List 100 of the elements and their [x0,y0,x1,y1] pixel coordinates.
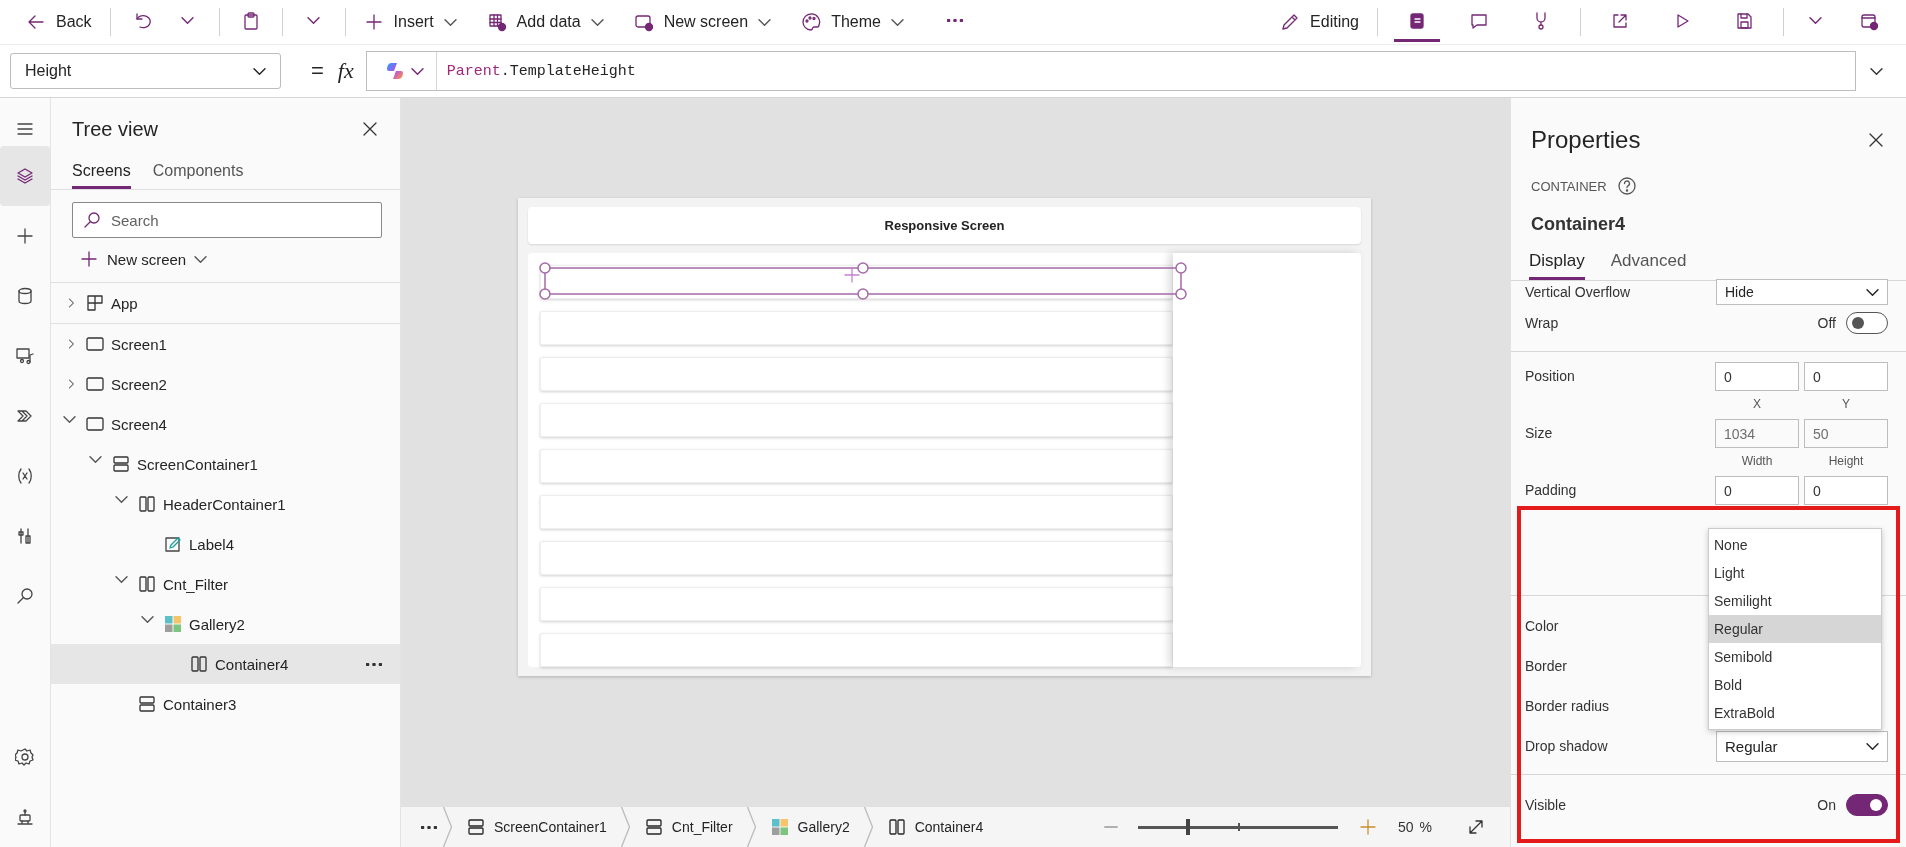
palette-icon [801,12,822,32]
columns-container-icon [189,654,209,674]
tree-item[interactable]: App [51,283,400,323]
dropdown-option[interactable]: Regular [1709,615,1881,643]
expand-icon [1466,817,1486,837]
tree-item[interactable]: HeaderContainer1 [51,484,400,524]
stacked-container-icon [111,454,131,474]
chevron-down-icon [1808,17,1822,24]
chevron-down-icon[interactable] [89,456,102,463]
breadcrumb-separator [620,807,630,847]
more-icon [421,825,437,829]
chevron-down-icon[interactable] [115,496,128,503]
toggle-switch[interactable] [1846,312,1888,334]
chevron-down-icon[interactable] [115,576,128,583]
chevron-down-icon [1869,67,1883,75]
toggle-state: On [1817,797,1836,813]
property-dropdown[interactable]: Hide [1716,279,1888,305]
help-icon[interactable] [1616,176,1637,196]
save-icon [1734,10,1754,31]
tree-item[interactable]: Screen1 [51,324,400,364]
field-caption: Y [1842,397,1850,411]
field-caption: Width [1741,454,1773,468]
columns-container-icon [886,817,907,837]
tab[interactable]: Display [1529,247,1585,280]
input-field[interactable]: 0 [1715,362,1799,391]
add-data-button[interactable]: Add data [478,4,612,40]
tree-item[interactable]: Container4 [51,644,400,684]
tab[interactable]: Screens [72,158,131,189]
input-field[interactable]: 0 [1804,362,1888,391]
tree-item[interactable]: Screen2 [51,364,400,404]
tab[interactable]: Advanced [1610,247,1687,280]
chevron-down-icon[interactable] [63,416,76,423]
tree-item[interactable]: Label4 [51,524,400,564]
toggle-switch[interactable] [1846,794,1888,816]
chevron-down-icon [410,67,424,75]
chevron-down-icon [758,18,772,26]
property-dropdown[interactable]: Height [10,53,281,89]
dropdown-option[interactable]: None [1709,531,1881,559]
chevron-down-icon [194,255,208,263]
new-screen-button[interactable]: New screen [625,4,780,40]
property-label: Color [1525,618,1559,634]
copilot-icon [384,61,405,81]
input-field[interactable]: 0 [1715,476,1799,505]
theme-button[interactable]: Theme [793,4,912,40]
chevron-down-icon [1866,742,1879,750]
chevron-down-icon [590,18,604,26]
dropdown-option[interactable]: ExtraBold [1709,699,1881,727]
chevron-down-icon [181,17,195,24]
property-label: Visible [1525,797,1566,813]
back-button[interactable]: Back [18,4,100,40]
zoom-unit: % [1419,819,1432,835]
property-label: Size [1525,425,1553,441]
zoom-slider[interactable] [1137,819,1338,835]
field-caption: X [1753,397,1761,411]
screen-icon [85,414,105,434]
dropdown-option[interactable]: Semilight [1709,587,1881,615]
search-field[interactable]: Search [72,202,382,238]
media-icon [15,346,35,366]
chevron-down-icon [307,17,321,24]
gallery-icon [769,817,790,837]
tab[interactable]: Components [152,158,244,189]
plus-icon[interactable] [842,265,862,285]
layers-icon [15,166,35,186]
tree-item[interactable]: Screen4 [51,404,400,444]
dropdown-option[interactable]: Light [1709,559,1881,587]
editing-mode-button[interactable]: Editing [1272,4,1367,40]
tree-item[interactable]: Cnt_Filter [51,564,400,604]
new-screen-button[interactable]: New screen [79,246,400,272]
plus-icon [79,249,99,269]
control-type: CONTAINER [1531,178,1607,194]
fx-label: fx [337,58,354,84]
breadcrumb[interactable]: Cnt_Filter [629,817,747,837]
property-label: Border radius [1525,698,1610,714]
tree-item[interactable]: Gallery2 [51,604,400,644]
chevron-down-icon[interactable] [141,616,154,623]
robot-icon [15,807,35,827]
database-icon [15,286,35,306]
more-icon[interactable] [366,662,382,666]
layers-button[interactable] [0,146,50,206]
tree-item[interactable]: Container3 [51,684,400,724]
table-icon [486,12,507,32]
stacked-container-icon [643,817,664,837]
stacked-container-icon [137,694,157,714]
input-field[interactable]: 0 [1804,476,1888,505]
breadcrumb[interactable]: Container4 [872,817,998,837]
formula-field[interactable]: Parent.TemplateHeight [365,51,1856,91]
property-dropdown[interactable]: Regular [1716,730,1888,762]
selection-handles[interactable] [540,263,1186,299]
panel-title: Properties [1531,126,1641,154]
chevron-down-icon [253,67,266,75]
tree-item[interactable]: ScreenContainer1 [51,444,400,484]
dropdown-option[interactable]: Semibold [1709,643,1881,671]
property-label: Padding [1525,482,1577,498]
breadcrumb-separator [746,807,756,847]
breadcrumb[interactable]: Gallery2 [755,817,864,837]
insert-button[interactable]: Insert [355,4,465,40]
dropdown-option[interactable]: Bold [1709,671,1881,699]
breadcrumb[interactable]: ScreenContainer1 [452,817,621,837]
slider-thumb[interactable] [1185,819,1190,835]
stacked-container-icon [466,817,486,837]
